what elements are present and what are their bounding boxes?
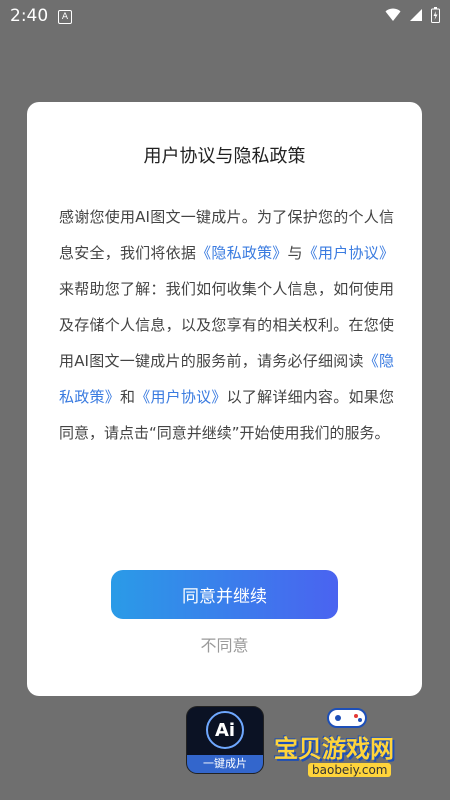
signal-icon xyxy=(410,9,422,21)
system-icons xyxy=(385,7,440,23)
status-bar: 2:40 A xyxy=(0,0,450,32)
user-agreement-link-2[interactable]: 《用户协议》 xyxy=(135,388,226,406)
battery-icon xyxy=(431,7,440,23)
watermark: 宝贝游戏网 baobeiy.com xyxy=(270,705,440,785)
user-agreement-link[interactable]: 《用户协议》 xyxy=(303,244,394,262)
privacy-policy-link[interactable]: 《隐私政策》 xyxy=(196,244,287,262)
body-text-4: 和 xyxy=(119,388,136,406)
privacy-dialog: 用户协议与隐私政策 感谢您使用AI图文一键成片。为了保护您的个人信息安全，我们将… xyxy=(27,102,422,696)
watermark-url: baobeiy.com xyxy=(308,763,392,777)
disagree-button[interactable]: 不同意 xyxy=(27,632,422,656)
app-logo-caption: 一键成片 xyxy=(187,755,263,773)
notification-icon: A xyxy=(58,10,72,24)
agree-continue-button[interactable]: 同意并继续 xyxy=(111,570,338,619)
dialog-body-text: 感谢您使用AI图文一键成片。为了保护您的个人信息安全，我们将依据《隐私政策》与《… xyxy=(59,199,394,451)
status-time: 2:40 xyxy=(10,6,49,26)
body-text-3: 来帮助您了解：我们如何收集个人信息，如何使用及存储个人信息，以及您享有的相关权利… xyxy=(59,280,394,370)
wifi-icon xyxy=(385,8,401,21)
watermark-title: 宝贝游戏网 xyxy=(274,735,394,763)
ai-badge: Ai xyxy=(206,711,244,749)
dialog-title: 用户协议与隐私政策 xyxy=(143,146,306,167)
app-logo: Ai 一键成片 xyxy=(187,707,263,773)
gamepad-icon xyxy=(327,708,367,728)
body-text-2: 与 xyxy=(287,244,303,262)
